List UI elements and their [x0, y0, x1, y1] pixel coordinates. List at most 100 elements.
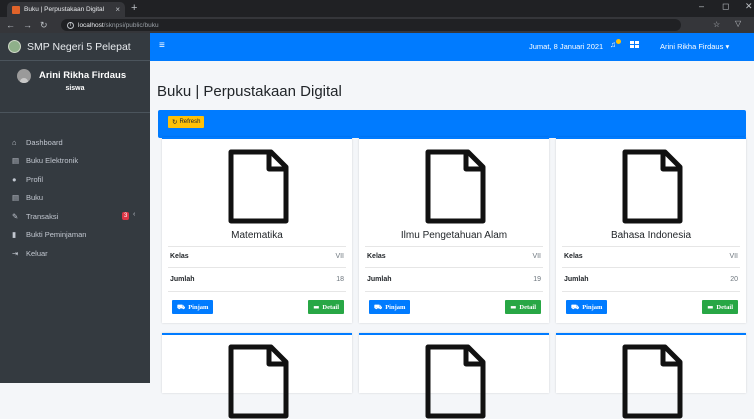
book-cover-icon — [425, 344, 486, 419]
school-logo-icon — [8, 40, 21, 53]
cart-icon: ⛟ — [571, 302, 580, 311]
kelas-label: Kelas — [367, 253, 386, 260]
sidebar-item-keluar[interactable]: ⇥ Keluar — [0, 244, 150, 263]
book-card — [556, 333, 746, 419]
sidebar: SMP Negeri 5 Pelepat Arini Rikha Firdaus… — [0, 33, 150, 383]
browser-tab[interactable]: Buku | Perpustakaan Digital × — [7, 2, 125, 17]
pinjam-label: Pinjam — [582, 303, 603, 311]
refresh-icon: ↻ — [172, 119, 178, 126]
url-path: /sknpsi/public/buku — [103, 21, 159, 29]
extension-icon[interactable]: ▽ — [735, 19, 741, 28]
book-cover-icon — [228, 149, 289, 224]
sidebar-item-label: Buku — [26, 193, 44, 203]
forward-icon[interactable]: → — [23, 20, 32, 30]
avatar — [17, 69, 31, 83]
folder-icon: ▬ — [707, 303, 714, 311]
sidebar-item-label: Dashboard — [26, 137, 63, 147]
tab-close-icon[interactable]: × — [115, 5, 120, 14]
apps-grid-icon[interactable] — [630, 41, 639, 48]
sidebar-item-buku[interactable]: ▤ Buku — [0, 189, 150, 208]
sidebar-item-label: Profil — [26, 174, 44, 184]
jumlah-row: Jumlah 19 — [367, 276, 541, 283]
current-date: Jumat, 8 Januari 2021 — [529, 42, 604, 51]
back-icon[interactable]: ← — [6, 20, 15, 30]
sidebar-item-dashboard[interactable]: ⌂ Dashboard — [0, 133, 150, 152]
book-icon: ▤ — [12, 193, 20, 203]
divider — [168, 291, 346, 292]
book-cover-icon — [228, 344, 289, 419]
pinjam-button[interactable]: ⛟ Pinjam — [566, 300, 608, 314]
detail-button[interactable]: ▬ Detail — [702, 300, 738, 314]
browser-tabbar: Buku | Perpustakaan Digital × + – ◻ ✕ — [0, 0, 754, 17]
user-dropdown[interactable]: Arini Rikha Firdaus ▾ — [660, 42, 729, 51]
sidebar-item-bukti-peminjaman[interactable]: ▮ Bukti Peminjaman — [0, 226, 150, 245]
book-card — [162, 333, 352, 419]
sidebar-menu: ⌂ Dashboard ▤ Buku Elektronik ● Profil ▤… — [0, 113, 150, 263]
detail-label: Detail — [716, 303, 733, 311]
book-cover-icon — [622, 344, 683, 419]
menu-toggle-icon[interactable]: ≡ — [159, 40, 165, 51]
sign-out-icon: ⇥ — [12, 248, 19, 258]
notification-bell-icon[interactable]: ♫ — [610, 39, 621, 49]
pinjam-button[interactable]: ⛟ Pinjam — [172, 300, 214, 314]
brand-link[interactable]: SMP Negeri 5 Pelepat — [0, 33, 150, 61]
folder-icon: ▬ — [510, 303, 517, 311]
pinjam-button[interactable]: ⛟ Pinjam — [369, 300, 411, 314]
jumlah-label: Jumlah — [170, 276, 195, 283]
detail-label: Detail — [519, 303, 536, 311]
divider — [365, 291, 543, 292]
kelas-value: VII — [335, 253, 344, 260]
jumlah-value: 20 — [730, 276, 738, 283]
kelas-row: Kelas VII — [564, 253, 738, 260]
sidebar-item-label: Transaksi — [26, 211, 59, 221]
chevron-left-icon[interactable]: ‹ — [133, 211, 135, 218]
divider — [168, 246, 346, 247]
sidebar-item-buku-elektronik[interactable]: ▤ Buku Elektronik — [0, 152, 150, 171]
kelas-row: Kelas VII — [170, 253, 344, 260]
pen-icon: ✎ — [12, 211, 19, 221]
folder-icon: ▬ — [313, 303, 320, 311]
maximize-icon[interactable]: ◻ — [722, 1, 729, 12]
transaksi-badge: 3 — [122, 212, 130, 220]
close-window-icon[interactable]: ✕ — [745, 1, 753, 12]
url-host: localhost — [78, 21, 104, 29]
detail-label: Detail — [322, 303, 339, 311]
divider — [562, 291, 740, 292]
divider — [365, 267, 543, 268]
refresh-button[interactable]: ↻ Refresh — [168, 116, 205, 128]
user-name[interactable]: Arini Rikha Firdaus — [39, 70, 126, 81]
sidebar-item-transaksi[interactable]: ✎ Transaksi 3 ‹ — [0, 207, 150, 226]
pinjam-label: Pinjam — [385, 303, 406, 311]
info-icon[interactable]: i — [67, 21, 74, 29]
divider — [562, 246, 740, 247]
sidebar-item-label: Keluar — [26, 248, 48, 258]
detail-button[interactable]: ▬ Detail — [505, 300, 541, 314]
book-card — [359, 333, 549, 419]
kelas-row: Kelas VII — [367, 253, 541, 260]
new-tab-button[interactable]: + — [131, 2, 137, 14]
user-icon: ● — [12, 174, 17, 184]
jumlah-row: Jumlah 18 — [170, 276, 344, 283]
reload-icon[interactable]: ↻ — [40, 20, 48, 31]
home-icon: ⌂ — [12, 137, 17, 147]
jumlah-label: Jumlah — [564, 276, 589, 283]
refresh-label: Refresh — [179, 119, 201, 125]
page-title: Buku | Perpustakaan Digital — [157, 83, 342, 100]
user-role: siswa — [65, 85, 85, 92]
brand-text: SMP Negeri 5 Pelepat — [27, 40, 131, 53]
top-navbar: ≡ Jumat, 8 Januari 2021 ♫ Arini Rikha Fi… — [150, 33, 754, 61]
url-input[interactable]: i localhost/sknpsi/public/buku — [61, 19, 681, 31]
minimize-icon[interactable]: – — [699, 1, 704, 11]
divider — [562, 267, 740, 268]
tab-title: Buku | Perpustakaan Digital — [24, 6, 105, 13]
detail-button[interactable]: ▬ Detail — [308, 300, 344, 314]
cart-icon: ⛟ — [374, 302, 383, 311]
book-icon: ▤ — [12, 156, 20, 166]
book-cover-icon — [622, 149, 683, 224]
sidebar-item-profil[interactable]: ● Profil — [0, 170, 150, 189]
jumlah-value: 19 — [533, 276, 541, 283]
bookmark-star-icon[interactable]: ☆ — [713, 20, 720, 29]
book-cover-icon — [425, 149, 486, 224]
divider — [168, 267, 346, 268]
kelas-label: Kelas — [564, 253, 583, 260]
